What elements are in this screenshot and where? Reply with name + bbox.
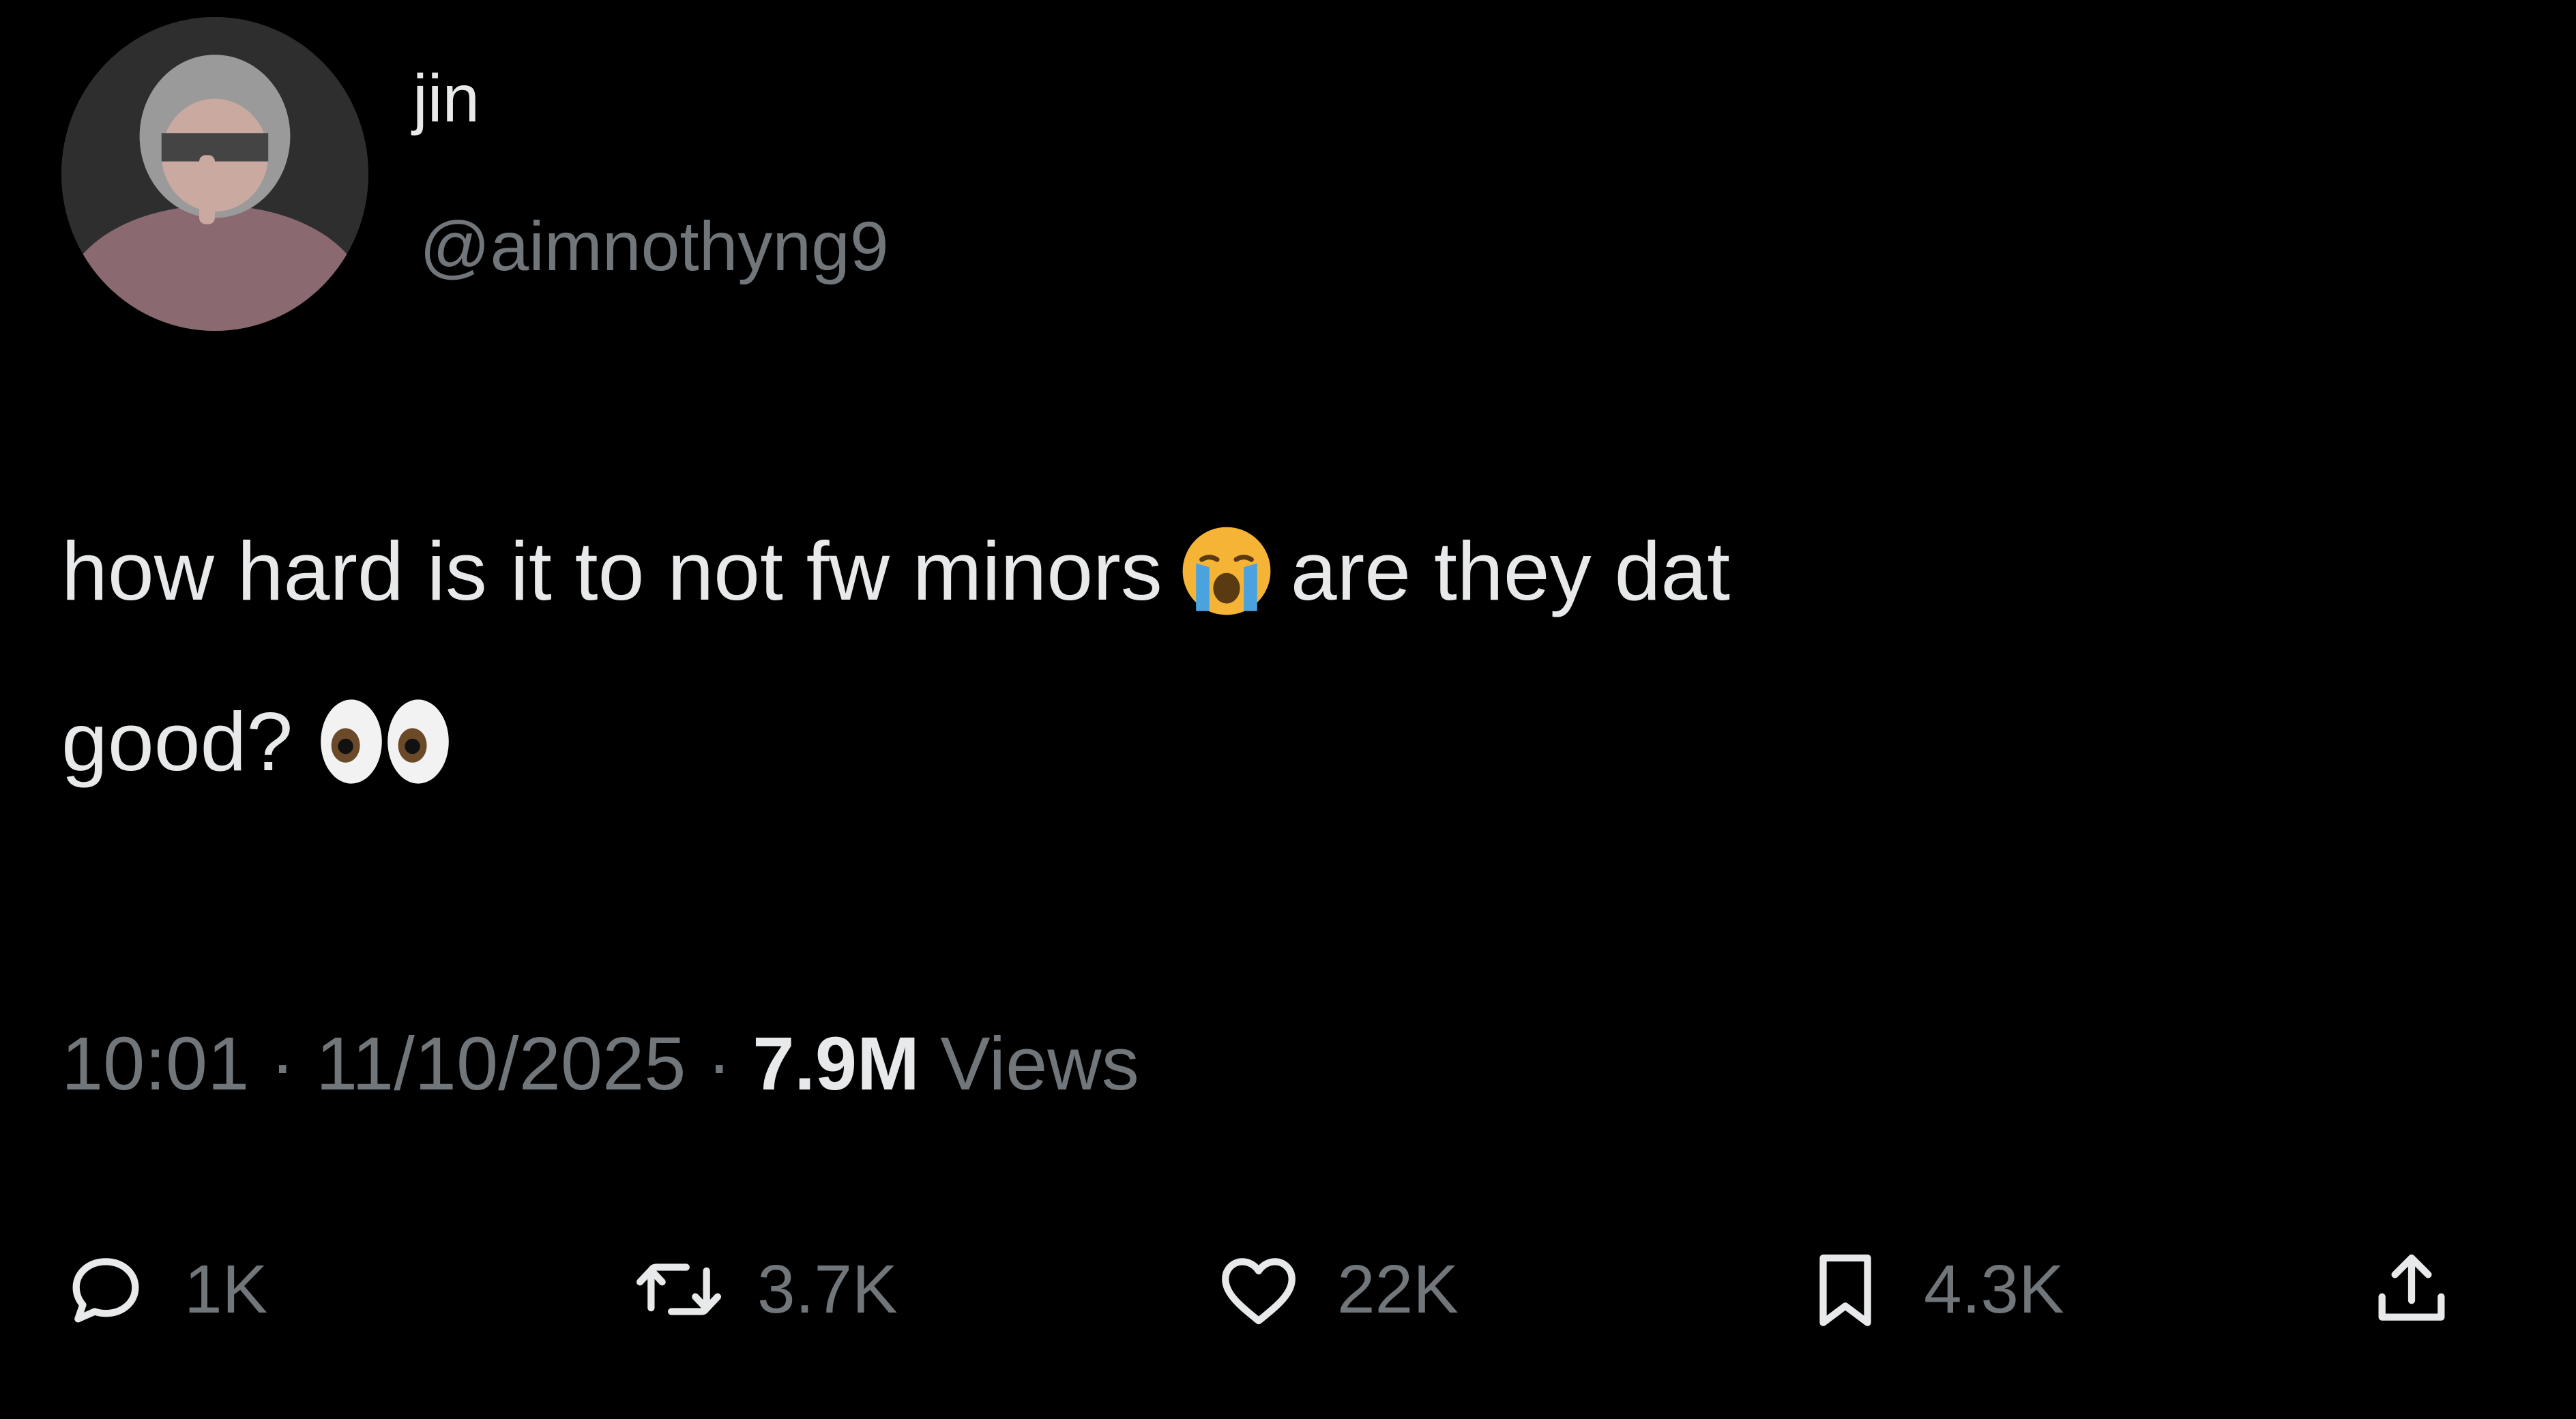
tweet-text-part-2: are they dat [1290,524,1731,617]
avatar[interactable] [61,17,368,331]
loudly-crying-face-icon [1179,523,1274,619]
bookmark-icon [1819,1254,1871,1326]
tweet-line-2: good? [61,689,473,789]
tweet-meta: 10:01 · 11/10/2025 · 7.9M Views [61,1027,1139,1102]
views-count: 7.9M [752,1022,920,1106]
eyes-icon [313,694,456,789]
bookmark-count: 4.3K [1924,1250,2064,1328]
action-bar: 1K 3.7K 22K 4.3K [61,1242,2490,1337]
author-display-name[interactable]: jin [413,65,480,132]
author-handle[interactable]: @aimnothyng9 [420,211,889,281]
views-label: Views [940,1022,1139,1106]
like-button[interactable]: 22K [1214,1242,1459,1337]
like-count: 22K [1337,1250,1459,1328]
share-icon [2378,1254,2445,1321]
meta-separator: · [706,1022,732,1106]
retweet-icon [636,1263,722,1315]
tweet-text-part-3: good? [61,694,293,788]
heart-icon [1222,1258,1296,1325]
tweet-time[interactable]: 10:01 [61,1022,249,1106]
reply-count: 1K [184,1250,268,1328]
bookmark-button[interactable]: 4.3K [1801,1242,2064,1337]
retweet-button[interactable]: 3.7K [634,1242,898,1337]
tweet-line-1: how hard is it to not fw minors are they… [61,518,1730,619]
tweet-date[interactable]: 11/10/2025 [316,1022,686,1106]
tweet-text-part-1: how hard is it to not fw minors [61,524,1162,617]
retweet-count: 3.7K [757,1250,898,1328]
share-button[interactable] [2367,1242,2456,1337]
meta-separator: · [269,1022,295,1106]
avatar-image [61,17,368,331]
reply-button[interactable]: 1K [61,1242,267,1337]
reply-icon [72,1258,139,1323]
